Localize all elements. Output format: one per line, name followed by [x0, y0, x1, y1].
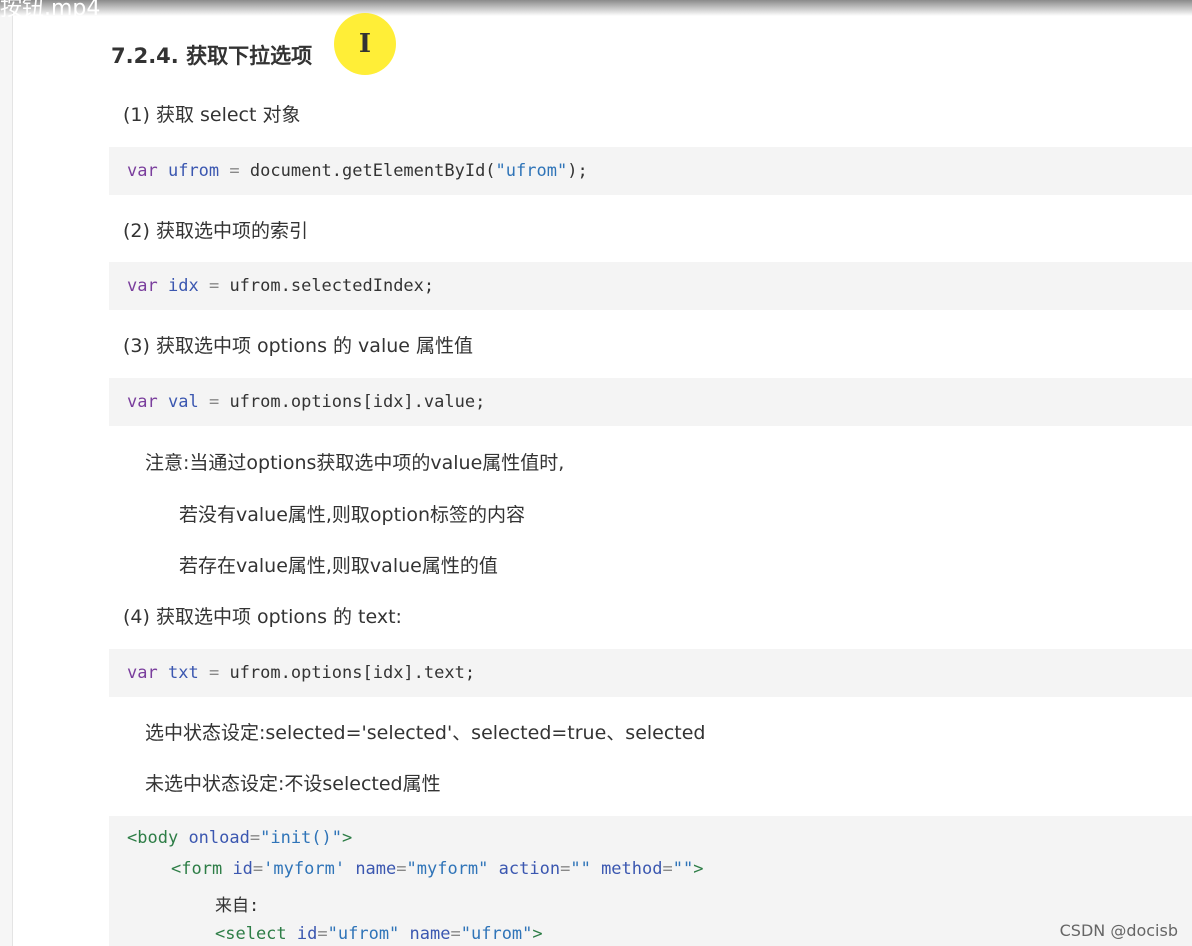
html-tag-end: > — [693, 859, 704, 879]
code-quote: " — [495, 161, 506, 181]
code-variable: txt — [167, 663, 199, 683]
step-4-label: (4) 获取选中项 options 的 text: — [123, 606, 402, 628]
code-block-4: var txt = ufrom.options[idx].text; — [109, 649, 1192, 697]
html-attr: action — [498, 859, 561, 879]
html-code-block: <body onload="init()"> <form id='myform'… — [109, 816, 1192, 946]
code-keyword: var — [127, 276, 158, 296]
html-value: "myform" — [406, 859, 489, 879]
code-variable: val — [167, 392, 199, 412]
video-filename: 按钮.mp4 — [0, 0, 101, 21]
code-end: ); — [567, 161, 588, 181]
code-operator: = — [208, 392, 220, 412]
unselected-state-note: 未选中状态设定:不设selected属性 — [145, 773, 441, 795]
html-attr: onload — [188, 828, 250, 848]
document-page: 7.2.4. 获取下拉选项 (1) 获取 select 对象 var ufrom… — [12, 0, 1192, 946]
html-line-form: <form id='myform' name="myform" action="… — [171, 859, 704, 879]
note-no-value: 若没有value属性,则取option标签的内容 — [179, 504, 526, 526]
html-value: 'myform' — [263, 859, 346, 879]
code-keyword: var — [127, 392, 158, 412]
video-top-shade — [0, 0, 1192, 16]
code-operator: = — [229, 161, 240, 181]
html-line-body: <body onload="init()"> — [127, 828, 352, 848]
code-string: ufrom — [505, 161, 557, 181]
code-quote: " — [556, 161, 568, 181]
html-tag: <form — [171, 859, 223, 879]
html-attr: name — [409, 924, 451, 944]
html-tag-end: > — [342, 828, 353, 848]
step-3-label: (3) 获取选中项 options 的 value 属性值 — [123, 335, 473, 357]
text-cursor-icon: I — [334, 13, 396, 75]
code-call: document.getElementById( — [249, 161, 496, 181]
step-2-label: (2) 获取选中项的索引 — [123, 220, 308, 242]
code-block-1: var ufrom = document.getElementById("ufr… — [109, 147, 1192, 195]
code-variable: ufrom — [167, 161, 220, 181]
code-operator: = — [208, 276, 220, 296]
html-eq: = — [249, 828, 261, 848]
html-tag: <select — [215, 924, 287, 944]
code-keyword: var — [127, 663, 158, 683]
code-operator: = — [208, 663, 220, 683]
html-attr: name — [355, 859, 397, 879]
html-line-select: <select id="ufrom" name="ufrom"> — [215, 924, 543, 944]
html-attr: id — [296, 924, 318, 944]
html-value: "" — [672, 859, 694, 879]
code-expression: ufrom.selectedIndex; — [229, 276, 435, 296]
html-value: "ufrom" — [327, 924, 400, 944]
html-value: "init()" — [260, 828, 342, 848]
html-attr: id — [232, 859, 253, 879]
code-variable: idx — [167, 276, 199, 296]
code-expression: ufrom.options[idx].text; — [229, 663, 476, 683]
html-tag: <body — [127, 828, 179, 848]
html-line-from-label: 来自: — [215, 896, 260, 916]
html-value: "ufrom" — [460, 924, 533, 944]
html-tag-end: > — [532, 924, 543, 944]
note-heading: 注意:当通过options获取选中项的value属性值时, — [145, 452, 565, 474]
note-has-value: 若存在value属性,则取value属性的值 — [179, 555, 498, 577]
watermark: CSDN @docisb — [1059, 921, 1178, 940]
step-1-label: (1) 获取 select 对象 — [123, 104, 301, 126]
code-block-3: var val = ufrom.options[idx].value; — [109, 378, 1192, 426]
code-expression: ufrom.options[idx].value; — [229, 392, 486, 412]
section-heading: 7.2.4. 获取下拉选项 — [111, 44, 313, 68]
code-block-2: var idx = ufrom.selectedIndex; — [109, 262, 1192, 310]
selected-state-note: 选中状态设定:selected='selected'、selected=true… — [145, 722, 706, 744]
code-keyword: var — [127, 161, 158, 181]
html-attr: method — [601, 859, 663, 879]
html-value: "" — [570, 859, 591, 879]
